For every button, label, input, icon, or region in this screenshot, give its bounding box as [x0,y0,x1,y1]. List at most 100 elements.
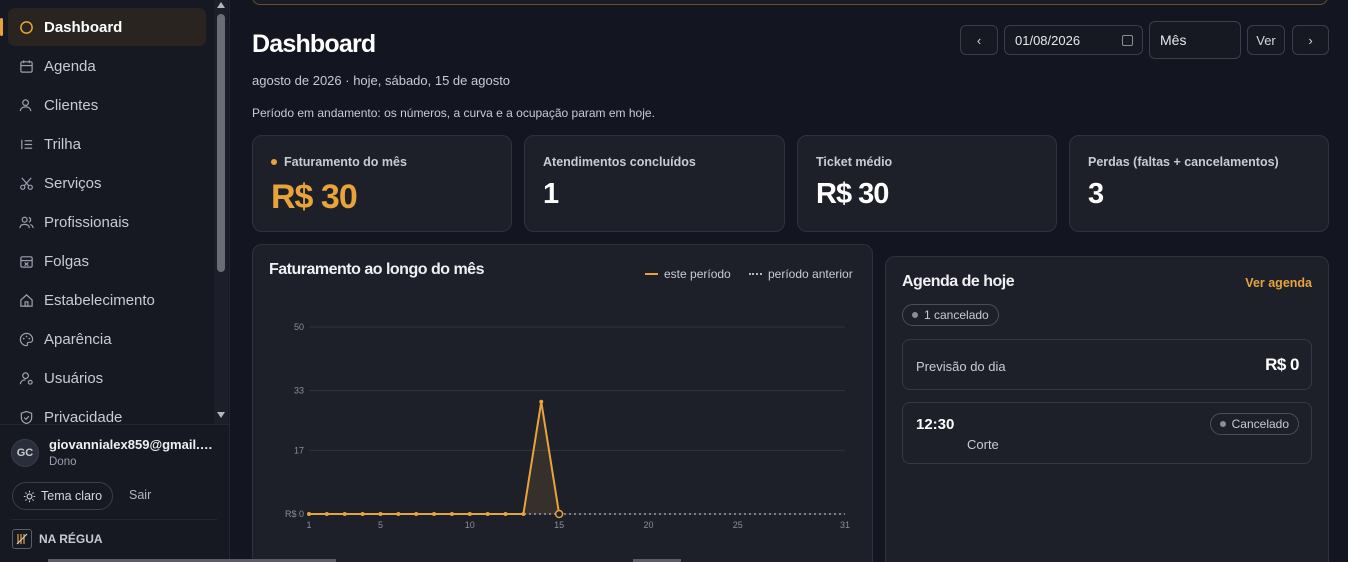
sidebar-item-agenda[interactable]: Agenda [8,47,206,85]
scrollbar-thumb[interactable] [217,14,225,272]
data-point [342,512,347,516]
sidebar-item-trilha[interactable]: Trilha [8,125,206,163]
date-value: 01/08/2026 [1015,32,1081,48]
appointment-time: 12:30 [916,416,955,433]
brand-name: NA RÉGUA [39,532,103,546]
y-tick-label: R$ 0 [285,509,304,519]
app-window: Dashboard Agenda Clientes Trilha Serviço… [0,0,1348,562]
data-point [324,512,329,516]
view-button[interactable]: Ver [1247,25,1285,55]
data-point [521,512,526,516]
appointment-service: Corte [967,437,999,452]
appointment-item[interactable]: 12:30 Corte Cancelado [902,402,1312,464]
x-tick-label: 25 [733,520,743,530]
y-tick-label: 50 [294,322,304,332]
sidebar-scrollbar[interactable] [214,0,228,424]
y-tick-label: 17 [294,445,304,455]
data-point [503,512,508,516]
user-icon [18,97,34,113]
kpi-value: R$ 30 [271,178,358,216]
sun-icon [23,490,36,503]
date-input[interactable]: 01/08/2026 [1004,25,1143,55]
x-tick-label: 1 [306,520,311,530]
avatar: GC [11,439,39,467]
calendar-off-icon [18,253,34,269]
data-point [378,512,383,516]
status-dot-icon [1219,421,1226,427]
kpi-card-revenue: Faturamento do mês R$ 30 [252,135,512,232]
sidebar-item-label: Dashboard [44,18,123,36]
sidebar-item-servicos[interactable]: Serviços [8,164,206,202]
theme-toggle-button[interactable]: Tema claro [12,482,114,510]
sidebar-item-label: Estabelecimento [44,291,155,309]
sidebar-item-clientes[interactable]: Clientes [8,86,206,124]
series-current-area [309,401,560,514]
sidebar-item-label: Folgas [44,252,90,270]
kpi-label-text: Faturamento do mês [284,155,407,169]
forecast-label: Previsão do dia [916,359,1006,374]
list-icon [18,136,34,152]
page-title: Dashboard [252,30,376,58]
see-agenda-link[interactable]: Ver agenda [1245,276,1312,290]
scroll-down-icon[interactable] [217,412,225,418]
user-cog-icon [18,370,34,386]
sidebar-item-usuarios[interactable]: Usuários [8,359,206,397]
x-tick-label: 5 [378,520,383,530]
palette-icon [18,331,34,347]
kpi-label: Perdas (faltas + cancelamentos) [1088,155,1279,169]
x-tick-label: 15 [554,520,564,530]
next-period-button[interactable]: › [1292,25,1329,55]
x-tick-label: 20 [643,520,653,530]
sidebar-item-privacidade[interactable]: Privacidade [8,398,206,424]
data-point [307,512,311,516]
kpi-label: Atendimentos concluídos [543,155,696,169]
kpi-value: 1 [543,178,559,210]
sidebar-item-label: Serviços [44,174,102,192]
logout-button[interactable]: Sair [129,488,151,502]
data-point [360,512,365,516]
sidebar-item-folgas[interactable]: Folgas [8,242,206,280]
revenue-chart-card: Faturamento ao longo do mês este período… [252,244,873,562]
kpi-value: 3 [1088,178,1104,210]
today-agenda-card: Agenda de hoje Ver agenda 1 cancelado Pr… [885,256,1329,562]
data-point [449,512,454,516]
page-subtitle: agosto de 2026 · hoje, sábado, 15 de ago… [252,73,511,88]
period-select[interactable]: Mês [1149,21,1241,59]
brand-logo-icon [12,529,32,549]
home-icon [18,292,34,308]
prev-period-button[interactable]: ‹ [960,25,998,55]
cancel-count-label: 1 cancelado [924,308,989,322]
sidebar-nav: Dashboard Agenda Clientes Trilha Serviço… [0,0,213,424]
chevron-right-icon: › [1308,32,1313,48]
kpi-card-appointments: Atendimentos concluídos 1 [524,135,785,232]
circle-icon [18,19,34,35]
main-content: Dashboard agosto de 2026 · hoje, sábado,… [230,0,1348,562]
accent-dot-icon [271,159,277,165]
data-point [396,512,401,516]
calendar-picker-icon[interactable] [1122,35,1133,46]
status-dot-icon [912,312,918,318]
kpi-card-losses: Perdas (faltas + cancelamentos) 3 [1069,135,1329,232]
period-select-value: Mês [1160,32,1187,48]
sidebar-item-dashboard[interactable]: Dashboard [0,8,206,46]
status-badge: Cancelado [1209,413,1299,435]
data-point [467,512,472,516]
sidebar-item-label: Usuários [44,369,104,387]
x-tick-label: 31 [840,520,850,530]
data-point [485,512,490,516]
sidebar-item-label: Profissionais [44,213,130,231]
data-point [554,509,564,519]
user-role: Dono [49,456,77,468]
sidebar-item-profissionais[interactable]: Profissionais [8,203,206,241]
data-point [539,399,544,404]
sidebar-item-label: Aparência [44,330,112,348]
top-banner-edge [252,0,1328,5]
sidebar-item-aparencia[interactable]: Aparência [8,320,206,358]
scroll-up-icon[interactable] [217,2,225,8]
user-email: giovannialex859@gmail.com [49,437,219,452]
sidebar-item-estabelecimento[interactable]: Estabelecimento [8,281,206,319]
calendar-icon [18,58,34,74]
series-current-line [309,400,561,515]
kpi-label: Ticket médio [816,155,893,169]
divider [12,519,217,520]
